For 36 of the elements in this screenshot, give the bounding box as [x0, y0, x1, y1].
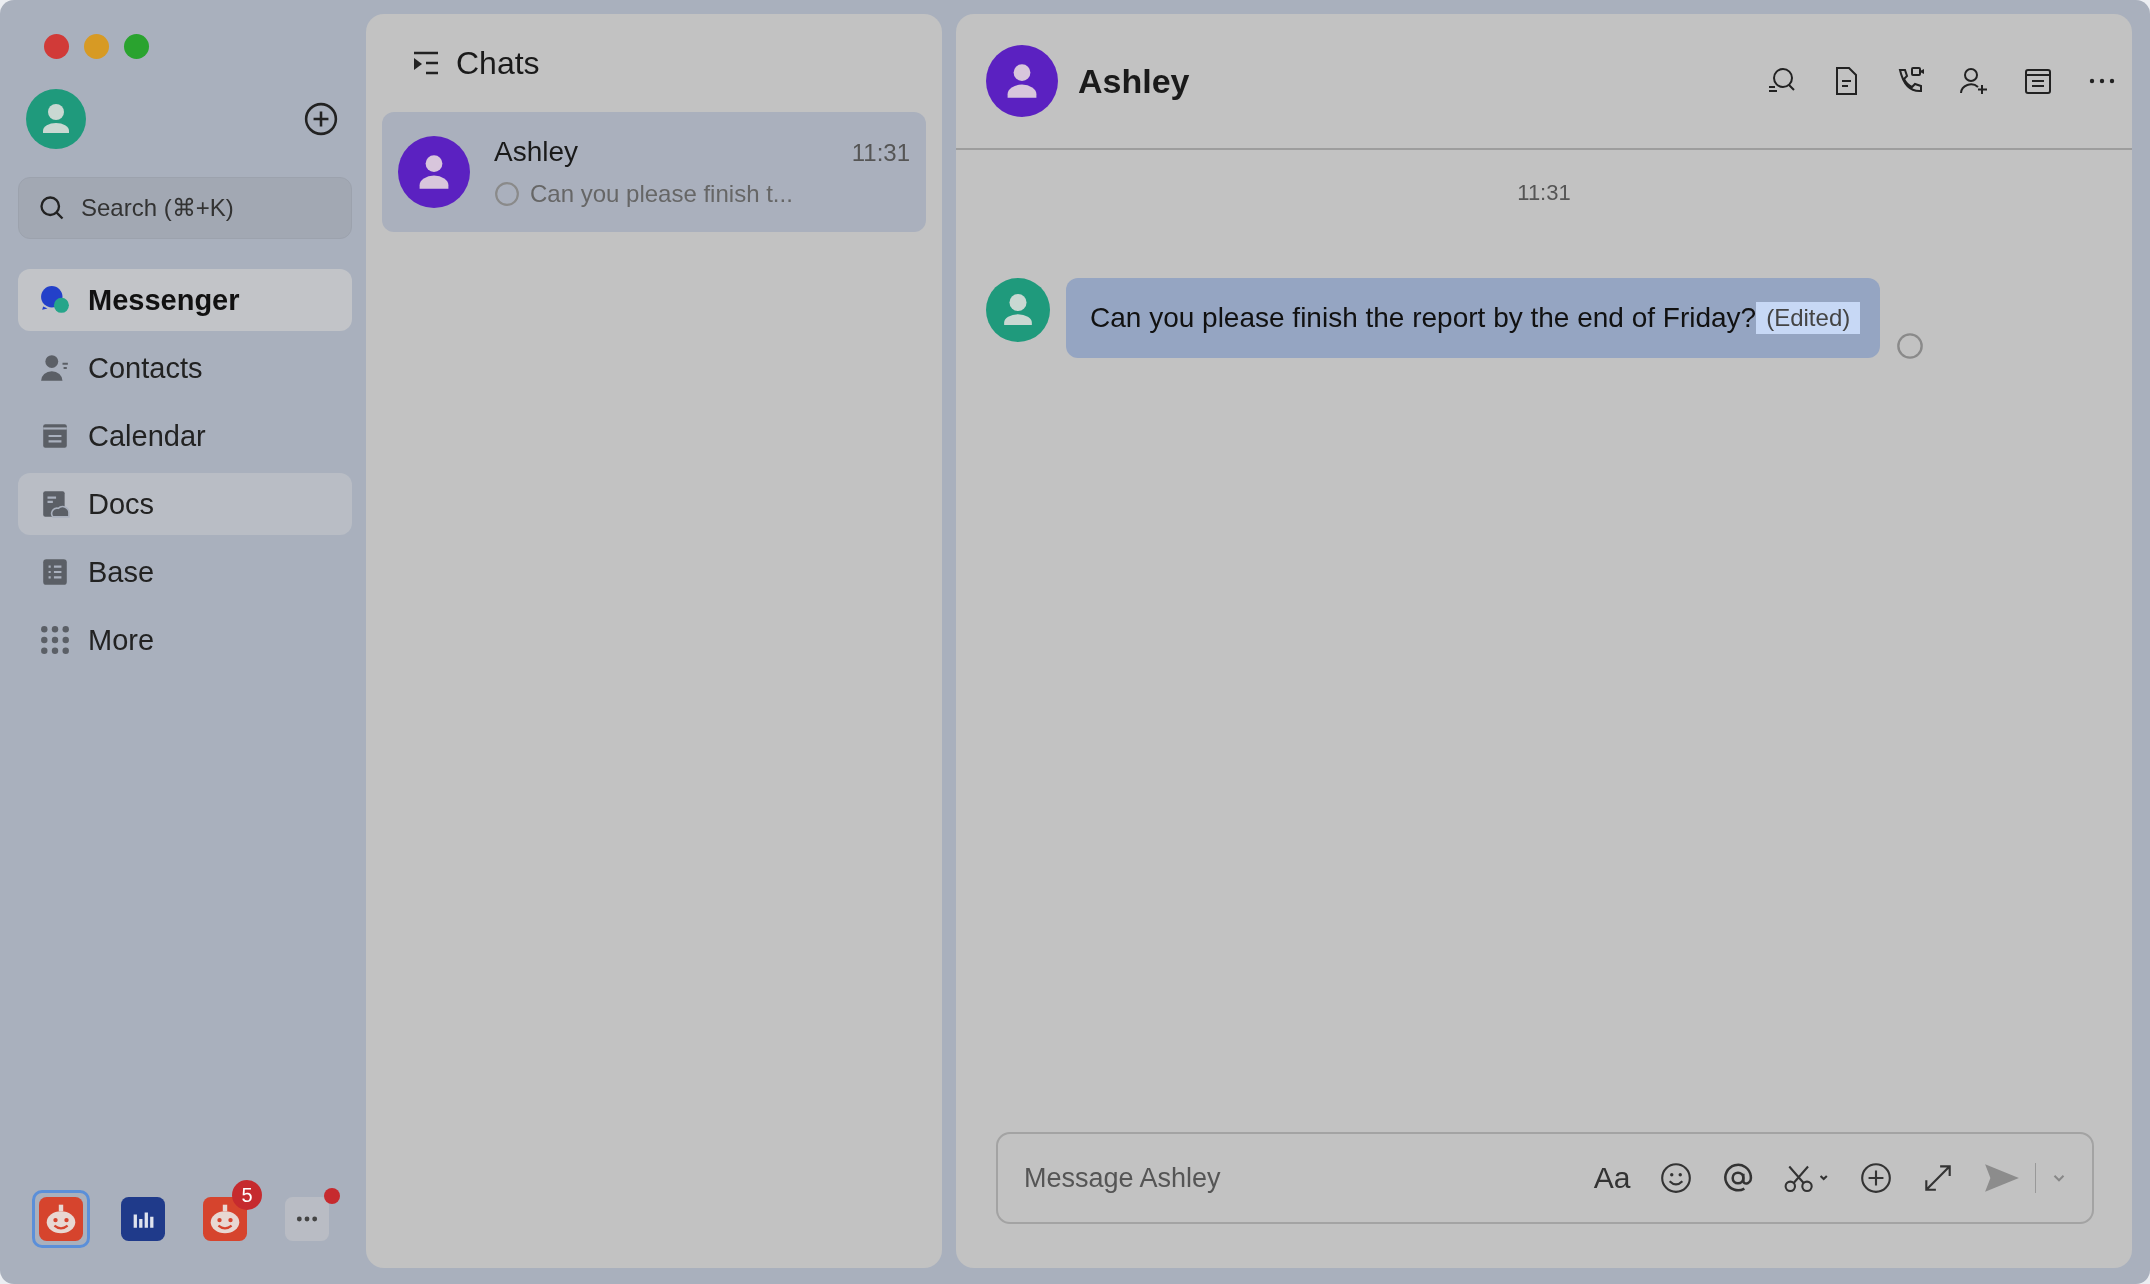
search-icon — [38, 194, 66, 222]
list-icon — [40, 557, 70, 587]
avatar-icon — [398, 136, 470, 208]
contacts-icon — [40, 353, 70, 383]
chat-item[interactable]: Ashley 11:31 Can you please finish t... — [382, 112, 926, 232]
unread-count: 5 — [232, 1180, 262, 1210]
nav-item[interactable]: Contacts — [18, 337, 352, 399]
chat-title: Ashley — [1078, 61, 1190, 101]
nav-item[interactable]: Calendar — [18, 405, 352, 467]
message-text: Can you please finish the report by the end of Friday? — [1090, 302, 1757, 334]
nav-item[interactable]: Base — [18, 541, 352, 603]
add-icon[interactable] — [304, 102, 338, 136]
panel-title: Chats — [456, 44, 540, 82]
message-preview: Can you please finish t... — [530, 180, 793, 208]
grid-dots-icon — [40, 625, 70, 655]
chat-time: 11:31 — [851, 139, 910, 167]
nav-item[interactable]: Messenger — [18, 269, 352, 331]
document-icon — [40, 489, 70, 519]
nav-item[interactable]: More — [18, 609, 352, 671]
avatar-icon — [986, 45, 1058, 117]
time-divider: 11:31 — [1516, 180, 1572, 206]
calendar-icon — [40, 421, 70, 451]
add-person-icon[interactable] — [1958, 65, 1990, 97]
contact-name: Ashley — [494, 136, 579, 168]
read-status-icon — [1896, 332, 1925, 360]
format-button[interactable]: Aa — [1593, 1161, 1631, 1195]
emoji-icon[interactable] — [1658, 1161, 1693, 1195]
chat-bubbles-icon — [40, 285, 70, 315]
message-field[interactable]: Message Ashley — [1022, 1161, 1566, 1195]
unread-status-icon — [494, 181, 520, 207]
edited-label: (Edited) — [1756, 302, 1861, 334]
collapse-list-icon[interactable] — [412, 49, 440, 77]
add-icon[interactable] — [1858, 1161, 1893, 1195]
search-field[interactable]: Search (⌘+K) — [18, 177, 352, 239]
avatar-icon — [986, 278, 1050, 342]
nav-item[interactable]: Docs — [18, 473, 352, 535]
